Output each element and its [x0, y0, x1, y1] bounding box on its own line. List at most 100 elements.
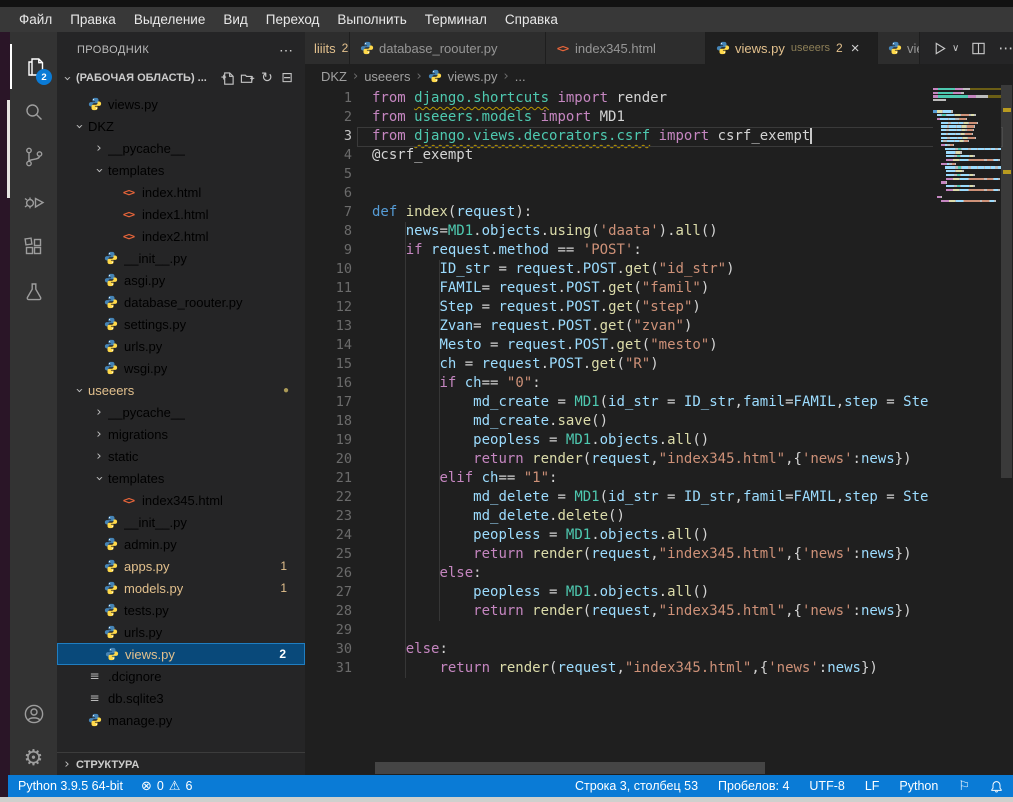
tree-item[interactable]: ≡db.sqlite3 [57, 687, 305, 709]
tree-item-label: index1.html [142, 207, 208, 222]
tree-item[interactable]: ≡.dcignore [57, 665, 305, 687]
tree-item[interactable]: apps.py1 [57, 555, 305, 577]
tree-item[interactable]: <>index.html [57, 181, 305, 203]
dropdown-icon[interactable]: ∨ [952, 43, 959, 54]
refresh-icon[interactable]: ↻ [257, 68, 277, 88]
tab-views.py[interactable]: views.pyuseeers2× [706, 32, 878, 64]
tree-item[interactable]: wsgi.py [57, 357, 305, 379]
tab-index345.html[interactable]: <>index345.html [546, 32, 706, 64]
feedback-icon[interactable]: ⚐ [958, 779, 970, 794]
close-icon[interactable]: × [851, 40, 860, 57]
menu-item-Файл[interactable]: Файл [10, 7, 61, 32]
collapse-all-icon[interactable]: ⊟ [277, 68, 297, 88]
tree-item[interactable]: <>index2.html [57, 225, 305, 247]
testing-button[interactable] [10, 269, 57, 314]
code-editor[interactable]: 1from django.shortcuts import render2fro… [305, 89, 933, 678]
code-line-text: if request.method == 'POST': [352, 241, 642, 260]
tab-database_roouter.py[interactable]: database_roouter.py [350, 32, 546, 64]
chevron-right-icon: › [61, 757, 73, 772]
tree-item[interactable]: ›templates [57, 159, 305, 181]
breadcrumb-item[interactable]: useeers [364, 69, 410, 84]
tree-item[interactable]: ›__pycache__ [57, 401, 305, 423]
code-line: 1from django.shortcuts import render [305, 89, 933, 108]
workspace-section-header[interactable]: › (РАБОЧАЯ ОБЛАСТЬ) ... ↻⊟ [57, 66, 305, 90]
more-actions-icon[interactable]: ⋯ [279, 42, 293, 59]
tree-item[interactable]: asgi.py [57, 269, 305, 291]
more-icon[interactable]: ⋯ [998, 39, 1013, 57]
python-interpreter-status[interactable]: Python 3.9.5 64-bit [18, 779, 123, 793]
python-icon [103, 603, 118, 617]
split-editor-icon[interactable] [971, 41, 986, 56]
tree-item[interactable]: views.py [57, 93, 305, 115]
new-file-icon[interactable] [217, 68, 237, 88]
account-button[interactable] [10, 691, 57, 736]
menu-item-Справка[interactable]: Справка [496, 7, 567, 32]
menu-item-Терминал[interactable]: Терминал [416, 7, 496, 32]
minimap[interactable] [933, 85, 1001, 204]
menu-item-Вид[interactable]: Вид [214, 7, 256, 32]
tree-item[interactable]: ›useeers● [57, 379, 305, 401]
code-line: 15 ch = request.POST.get("R") [305, 355, 933, 374]
tree-item[interactable]: ›migrations [57, 423, 305, 445]
run-icon[interactable] [932, 41, 947, 56]
run-debug-button[interactable] [10, 179, 57, 224]
explorer-button[interactable]: 2 [10, 44, 57, 89]
tree-item[interactable]: __init__.py [57, 247, 305, 269]
new-folder-icon [240, 71, 255, 86]
breadcrumb-item[interactable]: views.py [428, 69, 498, 84]
encoding-status[interactable]: UTF-8 [809, 779, 844, 793]
language-mode-status[interactable]: Python [899, 779, 938, 793]
menu-item-Выполнить[interactable]: Выполнить [328, 7, 415, 32]
problems-status[interactable]: ⊗0⚠6 [141, 779, 192, 794]
indentation-status[interactable]: Пробелов: 4 [718, 779, 789, 793]
new-folder-icon[interactable] [237, 68, 257, 88]
line-number: 14 [305, 336, 352, 355]
minimap-line [933, 92, 1001, 94]
tree-item[interactable]: tests.py [57, 599, 305, 621]
tree-item[interactable]: <>index1.html [57, 203, 305, 225]
vertical-scrollbar[interactable] [1001, 85, 1012, 478]
menu-item-Выделение[interactable]: Выделение [125, 7, 215, 32]
horizontal-scrollbar[interactable] [375, 762, 765, 774]
bell-icon[interactable] [990, 780, 1003, 793]
menu-item-Правка[interactable]: Правка [61, 7, 125, 32]
code-line: 25 return render(request,"index345.html"… [305, 545, 933, 564]
tree-item[interactable]: database_roouter.py [57, 291, 305, 313]
tree-item[interactable]: ›__pycache__ [57, 137, 305, 159]
breadcrumb-item[interactable]: DKZ [321, 69, 347, 84]
cursor-position-status[interactable]: Строка 3, столбец 53 [575, 779, 698, 793]
breadcrumb-item[interactable]: ... [515, 69, 526, 84]
tree-item[interactable]: ›templates [57, 467, 305, 489]
tree-item[interactable]: ›DKZ [57, 115, 305, 137]
tree-item[interactable]: ›static [57, 445, 305, 467]
tree-item[interactable]: views.py2 [57, 643, 305, 665]
refresh-icon: ↻ [261, 70, 273, 86]
line-number: 26 [305, 564, 352, 583]
python-icon [428, 69, 442, 83]
minimap-line [933, 174, 1001, 176]
breadcrumb-label: ... [515, 69, 526, 84]
file-tree: views.py›DKZ›__pycache__›templates<>inde… [57, 93, 305, 731]
tree-item[interactable]: models.py1 [57, 577, 305, 599]
tree-item-label: templates [108, 163, 164, 178]
tree-item[interactable]: admin.py [57, 533, 305, 555]
tree-item-label: views.py [108, 97, 158, 112]
file-icon: ≡ [89, 669, 99, 683]
source-control-icon [22, 145, 46, 169]
tab-liiits[interactable]: liiits2● [305, 32, 350, 64]
tree-item[interactable]: <>index345.html [57, 489, 305, 511]
tree-item[interactable]: __init__.py [57, 511, 305, 533]
tab-vie[interactable]: vie [878, 32, 920, 64]
tree-item[interactable]: urls.py [57, 335, 305, 357]
tree-item[interactable]: urls.py [57, 621, 305, 643]
menu-item-Переход[interactable]: Переход [257, 7, 329, 32]
search-button[interactable] [10, 89, 57, 134]
tree-item[interactable]: manage.py [57, 709, 305, 731]
python-icon [103, 537, 118, 551]
python-icon [103, 295, 118, 309]
eol-status[interactable]: LF [865, 779, 880, 793]
source-control-button[interactable] [10, 134, 57, 179]
extensions-button[interactable] [10, 224, 57, 269]
outline-section-header[interactable]: › СТРУКТУРА [57, 752, 305, 776]
tree-item[interactable]: settings.py [57, 313, 305, 335]
